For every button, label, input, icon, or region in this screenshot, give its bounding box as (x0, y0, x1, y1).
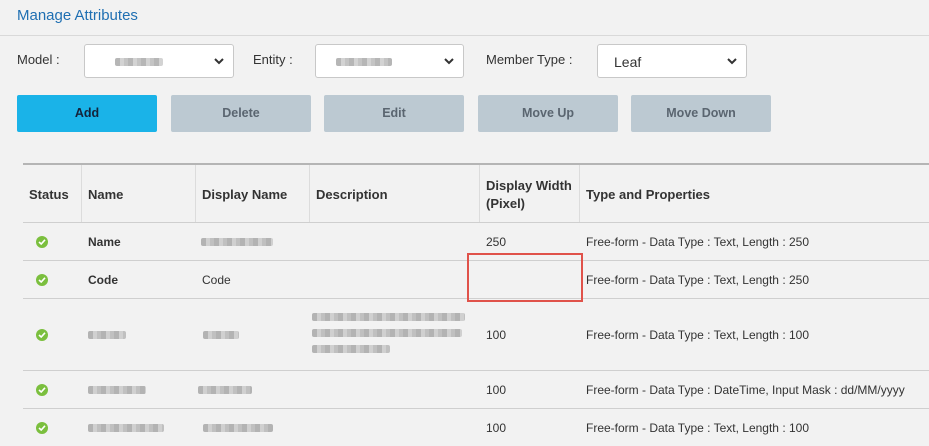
model-value-redacted (115, 58, 163, 66)
header-name-label: Name (88, 187, 124, 202)
delete-button[interactable]: Delete (171, 95, 311, 132)
cell-display-width: 100 (486, 421, 507, 435)
cell-type: Free-form - Data Type : Text, Length : 2… (586, 273, 810, 287)
cell-display-width: 100 (486, 383, 507, 397)
header-display-width-label: Display Width (486, 178, 572, 193)
entity-label: Entity : (253, 52, 293, 67)
cell-display-width: 100 (486, 328, 507, 342)
cell-name-redacted (88, 424, 164, 432)
entity-value-redacted (336, 58, 392, 66)
status-ok-icon (36, 422, 48, 434)
table-row[interactable]: 100 Free-form - Data Type : Text, Length… (23, 299, 929, 370)
header-name[interactable]: Name (82, 165, 195, 223)
member-type-label: Member Type : (486, 52, 573, 67)
cell-name-redacted (88, 386, 146, 394)
page-title: Manage Attributes (17, 7, 138, 24)
cell-name: Code (88, 273, 118, 287)
title-divider (0, 35, 929, 36)
model-select[interactable] (84, 44, 234, 78)
model-label: Model : (17, 52, 60, 67)
add-button[interactable]: Add (17, 95, 157, 132)
cell-type: Free-form - Data Type : DateTime, Input … (586, 383, 905, 397)
table-row[interactable]: 100 Free-form - Data Type : Text, Length… (23, 409, 929, 446)
header-description-label: Description (316, 187, 388, 202)
chevron-down-icon (444, 58, 454, 65)
cell-type: Free-form - Data Type : Text, Length : 2… (586, 235, 810, 249)
attributes-table: Status Name Display Name Description Dis… (23, 163, 929, 446)
table-row[interactable]: 100 Free-form - Data Type : DateTime, In… (23, 371, 929, 408)
member-type-value: Leaf (614, 54, 642, 70)
status-ok-icon (36, 384, 48, 396)
cell-name: Name (88, 235, 121, 249)
header-status-label: Status (29, 187, 69, 202)
status-ok-icon (36, 236, 48, 248)
chevron-down-icon (214, 58, 224, 65)
highlight-annotation (467, 253, 583, 302)
header-display-name-label: Display Name (202, 187, 288, 202)
cell-display-name-redacted (203, 331, 239, 339)
cell-display-name-redacted (198, 386, 252, 394)
header-description[interactable]: Description (310, 165, 479, 223)
header-display-width-unit: (Pixel) (486, 196, 526, 211)
cell-display-name: Code (202, 273, 231, 287)
cell-description-redacted (312, 329, 462, 337)
cell-display-name-redacted (203, 424, 273, 432)
cell-type: Free-form - Data Type : Text, Length : 1… (586, 421, 810, 435)
entity-select[interactable] (315, 44, 464, 78)
status-ok-icon (36, 274, 48, 286)
move-down-button[interactable]: Move Down (631, 95, 771, 132)
cell-description-redacted (312, 345, 390, 353)
cell-display-width: 250 (486, 235, 507, 249)
member-type-select[interactable]: Leaf (597, 44, 747, 78)
cell-display-name-redacted (201, 238, 273, 246)
edit-button[interactable]: Edit (324, 95, 464, 132)
header-display-width[interactable]: Display Width (Pixel) (480, 165, 579, 223)
header-type-label: Type and Properties (586, 187, 711, 202)
move-up-button[interactable]: Move Up (478, 95, 618, 132)
header-display-name[interactable]: Display Name (196, 165, 309, 223)
cell-type: Free-form - Data Type : Text, Length : 1… (586, 328, 810, 342)
chevron-down-icon (727, 58, 737, 65)
header-type-properties[interactable]: Type and Properties (580, 165, 929, 223)
cell-name-redacted (88, 331, 126, 339)
cell-description-redacted (312, 313, 465, 321)
header-status[interactable]: Status (23, 165, 81, 223)
status-ok-icon (36, 329, 48, 341)
